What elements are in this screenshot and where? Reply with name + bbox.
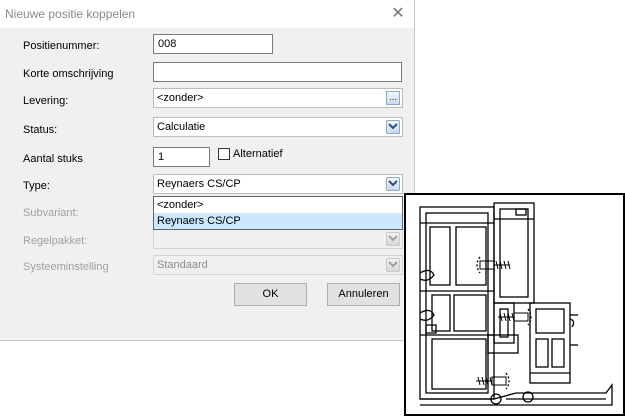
chevron-down-icon[interactable]: [386, 120, 400, 134]
alternatief-label: Alternatief: [233, 148, 283, 160]
positienummer-input[interactable]: 008: [153, 34, 273, 54]
korte-omschrijving-label: Korte omschrijving: [23, 68, 114, 80]
ellipsis-icon[interactable]: ...: [386, 91, 400, 105]
status-label: Status:: [23, 124, 58, 136]
systeeminstelling-value: Standaard: [157, 259, 208, 271]
regelpakket-label: Regelpakket:: [23, 235, 88, 247]
korte-omschrijving-input[interactable]: [153, 62, 402, 82]
chevron-down-icon: [386, 258, 400, 272]
status-value: Calculatie: [157, 121, 206, 133]
dialog-window: Nieuwe positie koppelen ✕ Positienummer:…: [0, 0, 415, 341]
dialog-title: Nieuwe positie koppelen: [5, 7, 136, 21]
levering-value: <zonder>: [157, 92, 204, 104]
type-select[interactable]: Reynaers CS/CP: [153, 174, 403, 194]
type-option-reynaers[interactable]: Reynaers CS/CP: [154, 213, 402, 229]
chevron-down-icon[interactable]: [386, 177, 400, 191]
regelpakket-select[interactable]: [153, 229, 403, 249]
positienummer-label: Positienummer:: [23, 40, 100, 52]
subvariant-label: Subvariant:: [23, 207, 79, 219]
type-dropdown-list: <zonder> Reynaers CS/CP: [153, 196, 403, 230]
profile-cross-section-image: [419, 202, 613, 406]
alternatief-checkbox[interactable]: [218, 148, 230, 160]
systeeminstelling-label: Systeeminstelling: [23, 261, 109, 273]
profile-drawing: [404, 193, 625, 416]
cancel-button[interactable]: Annuleren: [327, 283, 400, 306]
chevron-down-icon: [386, 232, 400, 246]
type-label: Type:: [23, 180, 50, 192]
status-select[interactable]: Calculatie: [153, 117, 403, 137]
levering-label: Levering:: [23, 95, 69, 107]
aantal-stuks-label: Aantal stuks: [23, 153, 83, 165]
systeeminstelling-select[interactable]: Standaard: [153, 255, 403, 275]
ok-button[interactable]: OK: [234, 283, 307, 306]
title-bar: Nieuwe positie koppelen ✕: [0, 0, 414, 28]
type-option-zonder[interactable]: <zonder>: [154, 197, 402, 213]
type-value: Reynaers CS/CP: [157, 178, 241, 190]
aantal-stuks-input[interactable]: 1: [153, 147, 210, 167]
close-icon[interactable]: ✕: [388, 4, 408, 24]
levering-field[interactable]: <zonder> ...: [153, 88, 403, 108]
